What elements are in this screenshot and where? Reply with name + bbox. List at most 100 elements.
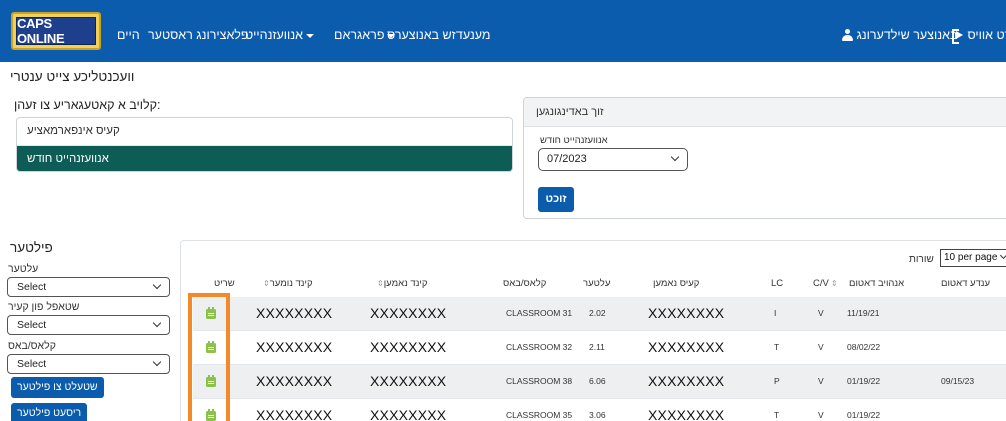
nav-programs-label: פראגראם — [334, 28, 385, 42]
chevron-down-icon — [152, 280, 162, 290]
column-header-label: עלטער — [583, 278, 611, 289]
filter-level-of-care-select[interactable]: Select — [7, 315, 170, 335]
attendance-month-value: 07/2023 — [547, 153, 587, 165]
class-cell: CLASSROOM 38 — [506, 376, 573, 386]
start-date-cell: 01/19/22 — [847, 410, 881, 420]
chevron-down-icon — [305, 33, 314, 38]
nav-enrollment-dropdown[interactable]: אנוועזנהייט — [245, 28, 317, 42]
column-header-action: שריט — [214, 278, 235, 289]
page-title: וועכנטליכע צייט ענטרי — [10, 69, 135, 84]
attendance-table-card: שורות 10 per page ענדע דאטום אנהויב דאטו… — [180, 240, 1006, 421]
search-criteria-header: זוך באדינגונגען — [524, 98, 1006, 127]
column-header-label: C/V — [813, 278, 829, 289]
age-cell: 2.11 — [589, 342, 605, 352]
nav-home[interactable]: היים — [117, 28, 140, 42]
filter-age-select[interactable]: Select — [7, 277, 170, 297]
child-number-cell: XXXXXXXX — [256, 407, 333, 421]
age-cell: 6.06 — [589, 376, 606, 386]
nav-enrollment-label: אנוועזנהייט — [245, 28, 303, 42]
column-header-cv[interactable]: C/V ⇕ — [813, 278, 838, 289]
logo-badge: CAPS ONLINE — [16, 16, 96, 46]
cv-cell: V — [818, 410, 824, 420]
age-cell: 2.02 — [589, 308, 606, 318]
table-row[interactable]: XXXXXXXX XXXXXXXX CLASSROOM 35 3.06 XXXX… — [193, 399, 1006, 421]
category-label: קלויב א קאטעגאריע צו זעהן: — [14, 98, 161, 112]
child-name-cell: XXXXXXXX — [370, 407, 447, 421]
column-header-class[interactable]: קלאס/באס — [503, 278, 546, 289]
category-item-case-info[interactable]: קעיס אינפארמאציע — [17, 118, 512, 145]
lc-cell: T — [774, 410, 780, 420]
action-column-highlight — [188, 293, 230, 421]
category-item-attendance-month[interactable]: אנוועזנהייט חודש — [17, 145, 512, 171]
table-row[interactable]: XXXXXXXX XXXXXXXX CLASSROOM 32 2.11 XXXX… — [193, 331, 1006, 364]
lc-cell: T — [774, 342, 780, 352]
column-header-label: קלאס/באס — [503, 278, 547, 289]
apply-filter-button[interactable]: שטעלט צו פילטער — [11, 377, 104, 398]
case-name-cell: XXXXXXXX — [648, 339, 725, 355]
case-name-cell: XXXXXXXX — [648, 407, 725, 421]
child-name-cell: XXXXXXXX — [370, 339, 447, 355]
child-number-cell: XXXXXXXX — [256, 305, 333, 321]
age-cell: 3.06 — [589, 410, 606, 420]
rows-per-page-value: 10 per page — [944, 252, 998, 263]
cv-cell: V — [818, 342, 824, 352]
cv-cell: V — [818, 376, 824, 386]
attendance-month-label: אנוועזנהייט חודש — [540, 135, 608, 146]
class-cell: CLASSROOM 31 — [506, 308, 573, 318]
case-name-cell: XXXXXXXX — [648, 305, 725, 321]
class-cell: CLASSROOM 32 — [506, 342, 573, 352]
logo-text: CAPS ONLINE — [17, 16, 65, 46]
lc-cell: P — [774, 376, 780, 386]
chevron-down-icon — [670, 152, 680, 162]
chevron-down-icon — [999, 251, 1006, 260]
nav-logout-label: גאַרט אוויס — [967, 28, 1006, 42]
column-header-label: שריט — [214, 278, 235, 289]
reset-filter-button[interactable]: ריסעט פילטער — [11, 403, 88, 421]
child-number-cell: XXXXXXXX — [256, 339, 333, 355]
filter-level-of-care-value: Select — [17, 319, 47, 331]
filter-age-label: עלטער — [8, 263, 39, 275]
child-name-cell: XXXXXXXX — [370, 373, 447, 389]
column-header-lc[interactable]: LC — [771, 278, 783, 289]
user-icon — [842, 29, 853, 41]
column-header-label: קינד נאמען — [383, 278, 428, 289]
filter-class-value: Select — [17, 358, 47, 370]
filter-class-select[interactable]: Select — [7, 354, 170, 374]
column-header-label: LC — [771, 278, 784, 289]
class-cell: CLASSROOM 35 — [506, 410, 573, 420]
table-row[interactable]: XXXXXXXX XXXXXXXX CLASSROOM 31 2.02 XXXX… — [193, 297, 1006, 330]
nav-manage-users[interactable]: מענעדזש באנוצערס — [387, 28, 490, 42]
nav-change-password-label: באנוצער שילדערונג — [856, 28, 958, 42]
start-date-cell: 11/19/21 — [847, 308, 880, 318]
start-date-cell: 01/19/22 — [847, 376, 881, 386]
search-criteria-card: זוך באדינגונגען אנוועזנהייט חודש 07/2023… — [523, 97, 1006, 219]
column-header-label: קינד נומער — [269, 278, 313, 289]
column-header-end-date[interactable]: ענדע דאטום — [941, 278, 990, 289]
column-header-child-name[interactable]: ⇕קינד נאמען — [375, 278, 427, 289]
filter-level-of-care-label: שטאפל פון קעיר — [8, 301, 80, 313]
column-header-label: אנהויב דאטום — [849, 278, 905, 289]
sort-icon: ⇕ — [377, 279, 384, 288]
logout-icon — [952, 29, 964, 44]
filter-title: פילטער — [10, 240, 53, 255]
child-name-cell: XXXXXXXX — [370, 305, 447, 321]
chevron-down-icon — [152, 357, 162, 367]
filter-class-label: קלאס/באס — [8, 340, 56, 352]
nav-provider-locator[interactable]: פלאצירונג ראסטער — [148, 28, 249, 42]
nav-logout[interactable]: גאַרט אוויס — [948, 28, 1006, 44]
filter-age-value: Select — [17, 281, 47, 293]
column-header-age[interactable]: עלטער — [583, 278, 610, 289]
rows-per-page-select[interactable]: 10 per page — [940, 249, 1006, 267]
end-date-cell: 09/15/23 — [941, 376, 975, 386]
column-header-start-date[interactable]: אנהויב דאטום — [849, 278, 904, 289]
start-date-cell: 08/02/22 — [847, 342, 881, 352]
table-row[interactable]: XXXXXXXX XXXXXXXX CLASSROOM 38 6.06 XXXX… — [193, 365, 1006, 398]
search-button[interactable]: זוכט — [538, 187, 574, 212]
attendance-month-select[interactable]: 07/2023 — [538, 148, 688, 171]
column-header-child-number[interactable]: ⇕קינד נומער — [261, 278, 313, 289]
sort-icon: ⇕ — [830, 279, 838, 288]
caps-online-logo[interactable]: CAPS ONLINE — [11, 12, 101, 50]
sort-icon: ⇕ — [263, 279, 270, 288]
nav-change-password[interactable]: באנוצער שילדערונג — [838, 28, 957, 42]
column-header-case-name[interactable]: קעיס נאמען — [653, 278, 699, 289]
